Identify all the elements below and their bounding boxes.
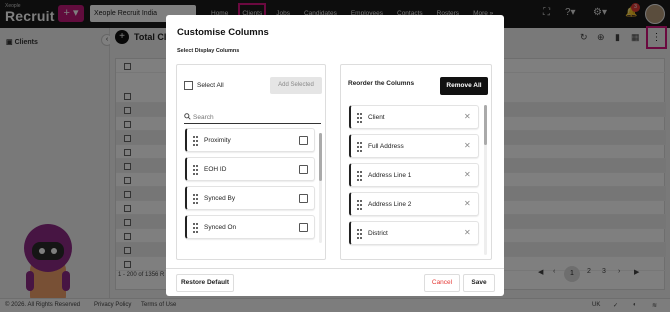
column-checkbox[interactable] <box>299 165 308 174</box>
remove-column-icon[interactable]: ✕ <box>464 228 471 237</box>
remove-column-icon[interactable]: ✕ <box>464 112 471 121</box>
drag-handle-icon[interactable] <box>193 136 198 146</box>
column-checkbox[interactable] <box>299 136 308 145</box>
dialog-footer: Restore Default Cancel Save <box>166 268 504 296</box>
add-selected-button[interactable]: Add Selected <box>270 77 322 94</box>
cancel-button[interactable]: Cancel <box>424 274 460 292</box>
available-scrollbar[interactable] <box>319 133 322 243</box>
column-checkbox[interactable] <box>299 223 308 232</box>
available-column-item[interactable]: Synced On <box>185 215 315 239</box>
selected-column-item[interactable]: Address Line 2 ✕ <box>349 192 479 216</box>
drag-handle-icon[interactable] <box>357 171 362 181</box>
drag-handle-icon[interactable] <box>357 229 362 239</box>
remove-column-icon[interactable]: ✕ <box>464 170 471 179</box>
search-input[interactable] <box>193 112 313 123</box>
dialog-subtitle: Select Display Columns <box>177 48 240 54</box>
drag-handle-icon[interactable] <box>193 165 198 175</box>
selected-column-item[interactable]: Address Line 1 ✕ <box>349 163 479 187</box>
column-label: EOH ID <box>204 166 227 173</box>
customise-columns-dialog: Customise Columns Select Display Columns… <box>166 15 504 296</box>
search-icon <box>184 113 191 120</box>
drag-handle-icon[interactable] <box>193 223 198 233</box>
drag-handle-icon[interactable] <box>357 113 362 123</box>
select-all-checkbox[interactable] <box>184 81 193 90</box>
available-column-item[interactable]: EOH ID <box>185 157 315 181</box>
remove-column-icon[interactable]: ✕ <box>464 199 471 208</box>
reorder-title: Reorder the Columns <box>348 80 415 87</box>
reorder-columns-panel: Reorder the Columns Remove All Client ✕ … <box>340 64 492 260</box>
dialog-title: Customise Columns <box>177 27 269 38</box>
column-label: Synced On <box>204 224 237 231</box>
available-column-item[interactable]: Proximity <box>185 128 315 152</box>
restore-default-button[interactable]: Restore Default <box>176 274 234 292</box>
reorder-scrollbar[interactable] <box>484 105 487 255</box>
drag-handle-icon[interactable] <box>193 194 198 204</box>
drag-handle-icon[interactable] <box>357 200 362 210</box>
remove-column-icon[interactable]: ✕ <box>464 141 471 150</box>
save-button[interactable]: Save <box>463 274 495 292</box>
column-label: Address Line 2 <box>368 201 412 208</box>
select-all-label[interactable]: Select All <box>197 82 224 89</box>
drag-handle-icon[interactable] <box>357 142 362 152</box>
available-column-item[interactable]: Synced By <box>185 186 315 210</box>
selected-column-item[interactable]: Client ✕ <box>349 105 479 129</box>
available-columns-panel: Select All Add Selected Proximity EOH ID… <box>176 64 326 260</box>
remove-all-button[interactable]: Remove All <box>440 77 488 95</box>
reorder-scrollbar-thumb[interactable] <box>484 105 487 145</box>
selected-column-item[interactable]: Full Address ✕ <box>349 134 479 158</box>
column-checkbox[interactable] <box>299 194 308 203</box>
selected-column-item[interactable]: District ✕ <box>349 221 479 245</box>
available-scrollbar-thumb[interactable] <box>319 133 322 181</box>
column-label: Synced By <box>204 195 236 202</box>
column-label: Proximity <box>204 137 231 144</box>
column-search <box>184 112 321 124</box>
column-label: Full Address <box>368 143 404 150</box>
column-label: Address Line 1 <box>368 172 412 179</box>
column-label: Client <box>368 114 385 121</box>
column-label: District <box>368 230 388 237</box>
